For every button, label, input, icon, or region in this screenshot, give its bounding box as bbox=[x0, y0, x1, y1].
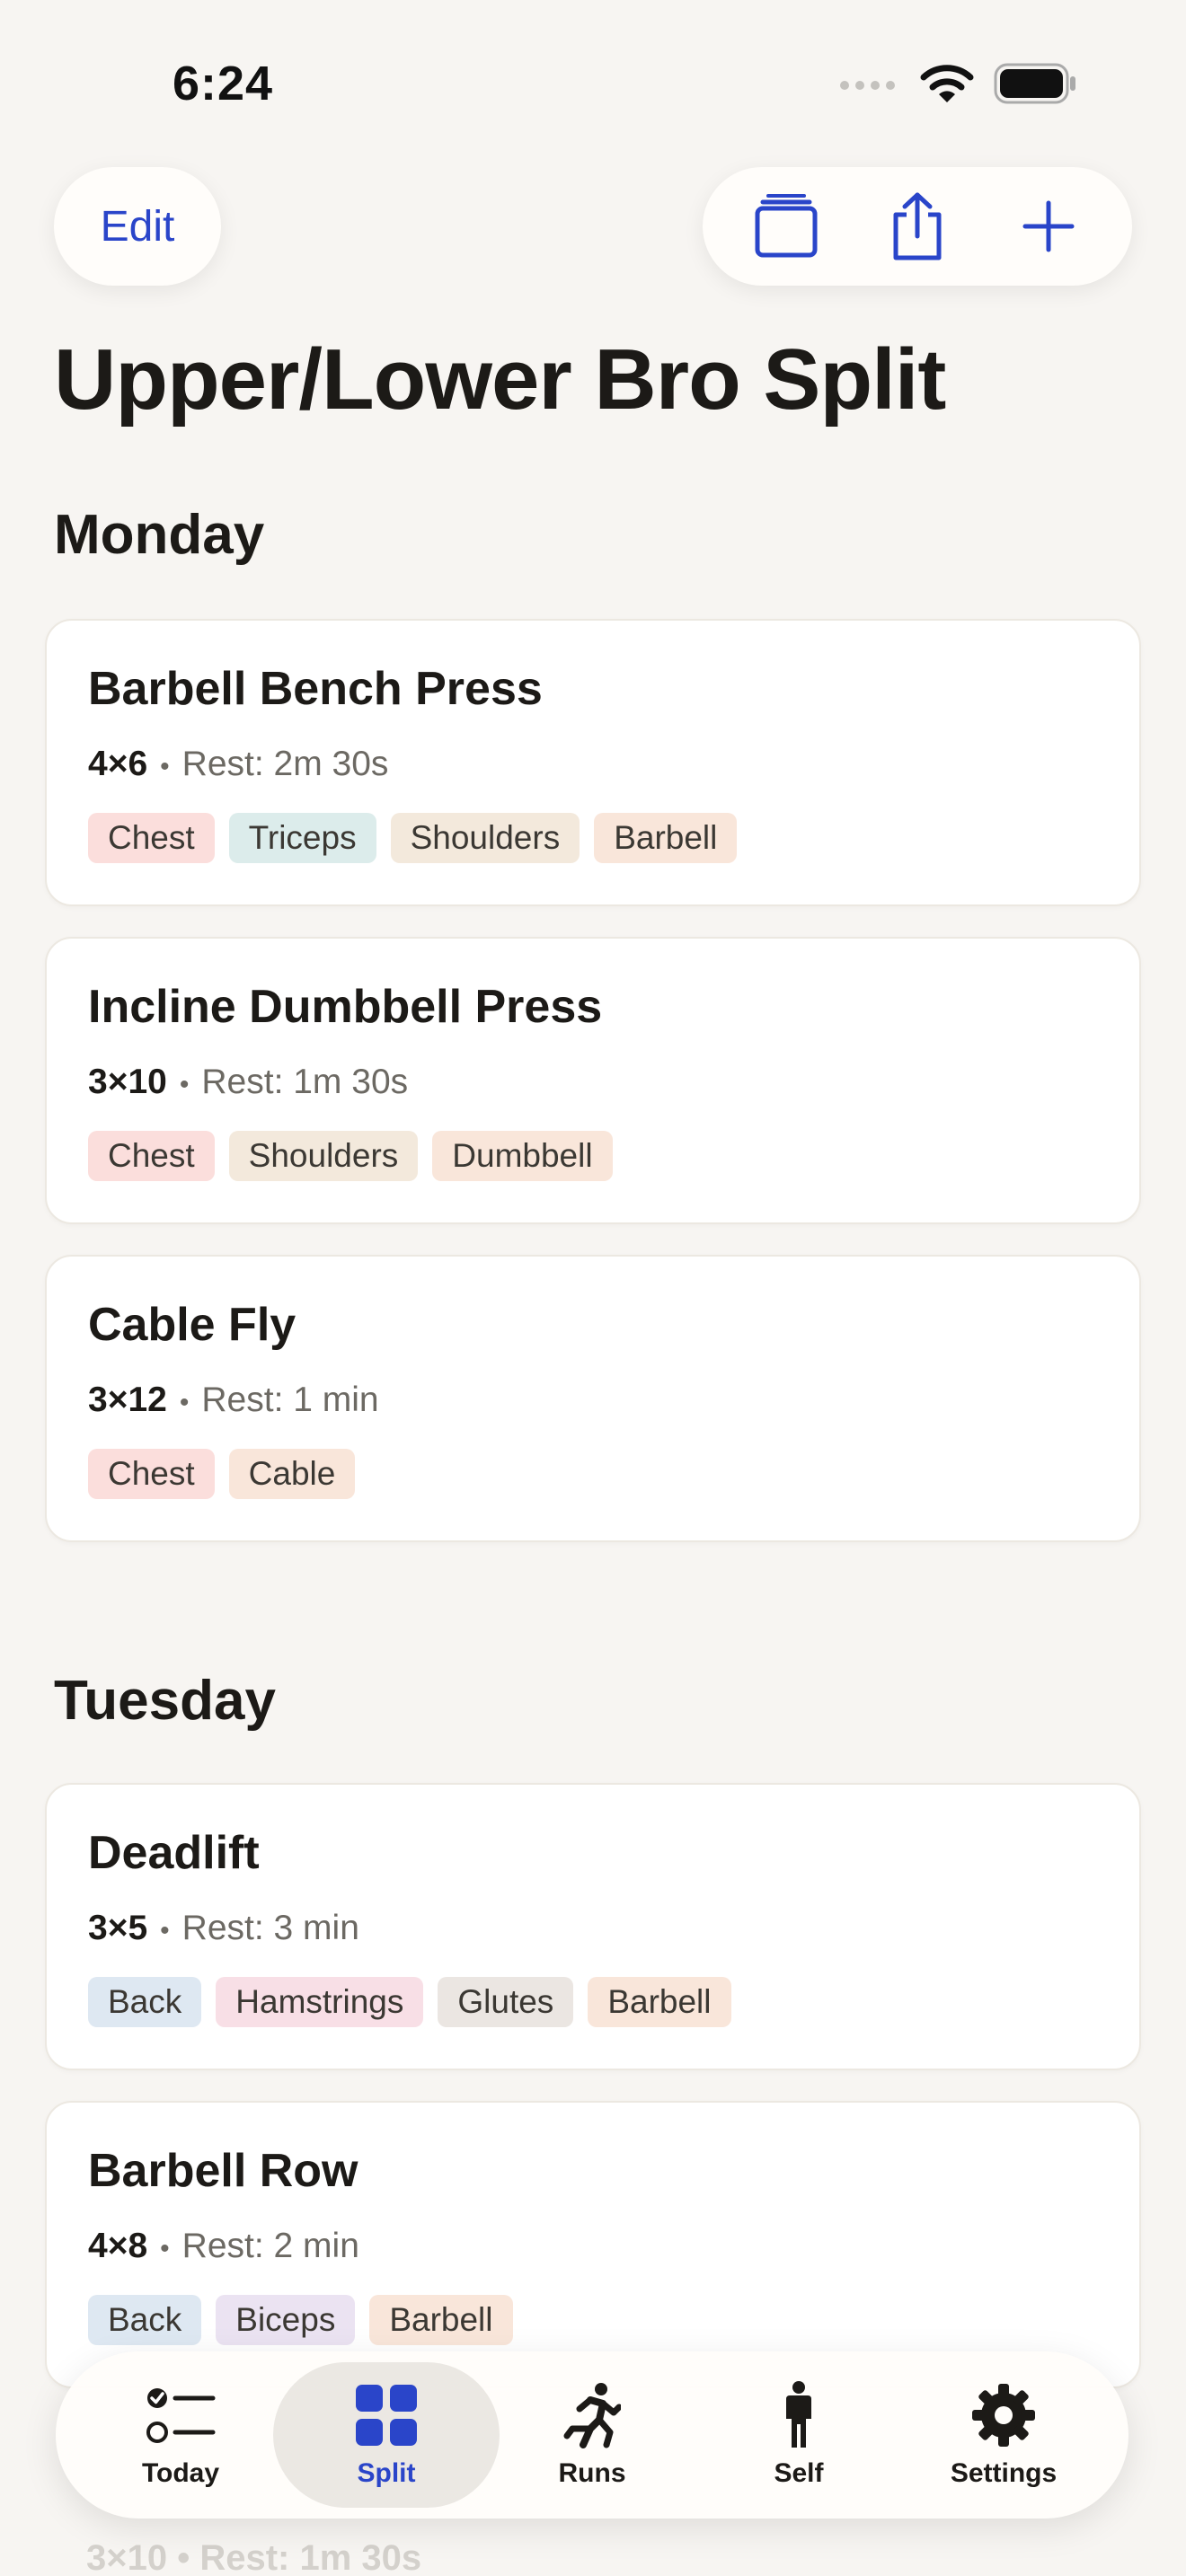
exercise-card[interactable]: Barbell Bench Press 4×6 • Rest: 2m 30s C… bbox=[45, 619, 1141, 906]
exercise-card[interactable]: Incline Dumbbell Press 3×10 • Rest: 1m 3… bbox=[45, 937, 1141, 1224]
muscle-tag: Chest bbox=[88, 813, 215, 863]
day-heading-monday: Monday bbox=[54, 504, 265, 566]
muscle-tag: Glutes bbox=[438, 1977, 574, 2027]
day-heading-tuesday: Tuesday bbox=[54, 1670, 276, 1732]
exercise-sets: 3×12 bbox=[88, 1381, 167, 1419]
muscle-tag: Back bbox=[88, 2295, 202, 2345]
muscle-tag: Hamstrings bbox=[216, 1977, 424, 2027]
gear-icon bbox=[972, 2384, 1035, 2447]
wifi-icon bbox=[920, 65, 974, 102]
tab-today[interactable]: Today bbox=[77, 2362, 284, 2508]
share-icon bbox=[893, 192, 942, 260]
exercise-rest: Rest: 1m 30s bbox=[201, 1063, 409, 1101]
tab-label: Settings bbox=[950, 2458, 1058, 2488]
person-icon bbox=[786, 2381, 811, 2448]
exercise-rest: Rest: 3 min bbox=[181, 1909, 359, 1947]
status-bar: 6:24 bbox=[0, 0, 1186, 171]
equipment-tag: Barbell bbox=[594, 813, 738, 863]
grid-icon bbox=[356, 2385, 417, 2446]
meta-separator: • bbox=[160, 752, 170, 781]
stack-icon bbox=[755, 194, 818, 258]
tag-list: Chest Cable bbox=[88, 1449, 356, 1499]
meta-separator: • bbox=[177, 2538, 200, 2576]
muscle-tag: Back bbox=[88, 1977, 202, 2027]
cellular-signal-icon bbox=[840, 81, 895, 90]
status-time: 6:24 bbox=[173, 57, 274, 110]
exercise-sets: 4×8 bbox=[88, 2227, 148, 2265]
exercise-rest: Rest: 1 min bbox=[201, 1381, 379, 1419]
plus-icon bbox=[1022, 200, 1075, 252]
tab-label: Today bbox=[141, 2458, 220, 2488]
share-button[interactable] bbox=[863, 172, 971, 280]
tag-list: Chest Shoulders Dumbbell bbox=[88, 1131, 613, 1181]
equipment-tag: Barbell bbox=[369, 2295, 513, 2345]
tag-list: Back Hamstrings Glutes Barbell bbox=[88, 1977, 731, 2027]
exercise-meta: 4×6 • Rest: 2m 30s bbox=[88, 745, 388, 784]
peek-rest: Rest: 1m 30s bbox=[199, 2538, 422, 2576]
status-icons bbox=[837, 63, 1078, 104]
nav-bar: Edit bbox=[0, 167, 1186, 287]
equipment-tag: Cable bbox=[228, 1449, 356, 1499]
exercise-meta: 3×5 • Rest: 3 min bbox=[88, 1909, 359, 1948]
exercise-card[interactable]: Deadlift 3×5 • Rest: 3 min Back Hamstrin… bbox=[45, 1783, 1141, 2070]
peek-exercise-meta: 3×10 • Rest: 1m 30s bbox=[86, 2538, 421, 2576]
tab-settings[interactable]: Settings bbox=[900, 2362, 1107, 2508]
tab-label: Self bbox=[774, 2458, 824, 2488]
equipment-tag: Dumbbell bbox=[432, 1131, 613, 1181]
muscle-tag: Biceps bbox=[216, 2295, 356, 2345]
edit-button[interactable]: Edit bbox=[54, 167, 221, 286]
exercise-name: Barbell Row bbox=[88, 2145, 358, 2197]
checklist-icon bbox=[146, 2388, 216, 2443]
exercise-meta: 3×12 • Rest: 1 min bbox=[88, 1381, 379, 1420]
exercise-rest: Rest: 2 min bbox=[181, 2227, 359, 2265]
add-button[interactable] bbox=[995, 172, 1102, 280]
tab-label: Runs bbox=[558, 2458, 626, 2488]
exercise-rest: Rest: 2m 30s bbox=[181, 745, 389, 783]
equipment-tag: Barbell bbox=[588, 1977, 731, 2027]
muscle-tag: Shoulders bbox=[390, 813, 580, 863]
muscle-tag: Triceps bbox=[228, 813, 376, 863]
peek-sets: 3×10 bbox=[86, 2538, 168, 2576]
tab-label: Split bbox=[357, 2458, 416, 2488]
exercise-name: Deadlift bbox=[88, 1827, 260, 1879]
meta-separator: • bbox=[160, 1916, 170, 1945]
nav-action-group bbox=[703, 167, 1132, 286]
battery-icon bbox=[994, 63, 1075, 104]
tab-self[interactable]: Self bbox=[695, 2362, 902, 2508]
exercise-card[interactable]: Barbell Row 4×8 • Rest: 2 min Back Bicep… bbox=[45, 2101, 1141, 2388]
muscle-tag: Shoulders bbox=[228, 1131, 419, 1181]
tab-runs[interactable]: Runs bbox=[489, 2362, 695, 2508]
exercise-name: Cable Fly bbox=[88, 1299, 296, 1351]
tab-bar: Today Split Runs Self Settings bbox=[56, 2351, 1128, 2519]
exercise-sets: 3×10 bbox=[88, 1063, 167, 1101]
exercise-name: Barbell Bench Press bbox=[88, 663, 543, 715]
muscle-tag: Chest bbox=[88, 1449, 215, 1499]
exercise-sets: 3×5 bbox=[88, 1909, 148, 1947]
meta-separator: • bbox=[179, 1070, 190, 1099]
exercise-card[interactable]: Cable Fly 3×12 • Rest: 1 min Chest Cable bbox=[45, 1255, 1141, 1542]
templates-button[interactable] bbox=[732, 172, 840, 280]
exercise-meta: 3×10 • Rest: 1m 30s bbox=[88, 1063, 408, 1102]
exercise-name: Incline Dumbbell Press bbox=[88, 981, 603, 1033]
meta-separator: • bbox=[160, 2234, 170, 2263]
page-title: Upper/Lower Bro Split bbox=[54, 331, 946, 428]
tag-list: Back Biceps Barbell bbox=[88, 2295, 513, 2345]
runner-icon bbox=[563, 2383, 621, 2448]
tag-list: Chest Triceps Shoulders Barbell bbox=[88, 813, 738, 863]
muscle-tag: Chest bbox=[88, 1131, 215, 1181]
exercise-meta: 4×8 • Rest: 2 min bbox=[88, 2227, 359, 2266]
meta-separator: • bbox=[179, 1388, 190, 1417]
exercise-sets: 4×6 bbox=[88, 745, 148, 783]
tab-split[interactable]: Split bbox=[273, 2362, 500, 2508]
